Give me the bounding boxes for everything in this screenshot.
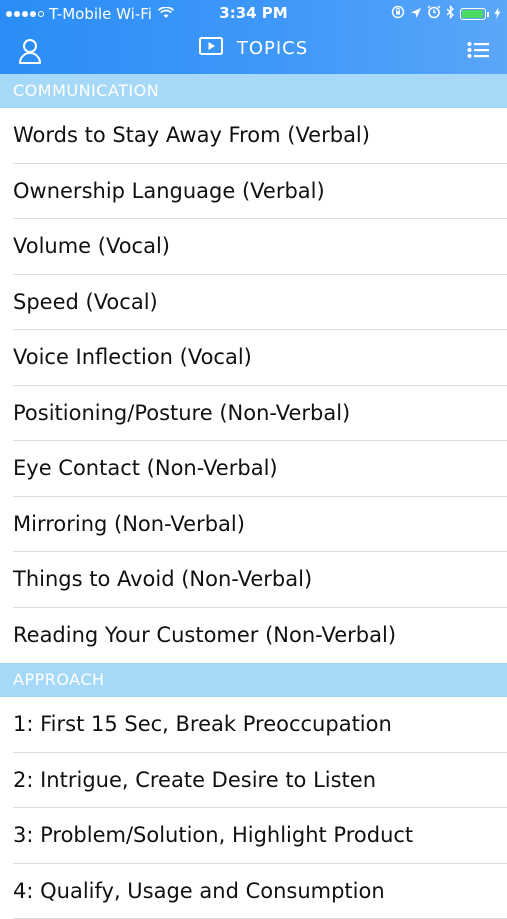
list-item[interactable]: 4: Qualify, Usage and Consumption — [0, 864, 507, 919]
section-header-approach: APPROACH — [0, 663, 507, 697]
battery-icon — [460, 8, 486, 20]
list-icon[interactable] — [467, 40, 489, 60]
list-item[interactable]: 1: First 15 Sec, Break Preoccupation — [0, 697, 507, 753]
list-item[interactable]: Speed (Vocal) — [0, 275, 507, 331]
alarm-icon — [427, 5, 441, 23]
page-title: TOPICS — [237, 38, 308, 59]
list-item[interactable]: 3: Problem/Solution, Highlight Product — [0, 808, 507, 864]
list-item[interactable]: Positioning/Posture (Non-Verbal) — [0, 386, 507, 442]
list-item[interactable]: Reading Your Customer (Non-Verbal) — [0, 608, 507, 664]
topics-list: COMMUNICATION Words to Stay Away From (V… — [0, 74, 507, 919]
list-item[interactable]: Mirroring (Non-Verbal) — [0, 497, 507, 553]
status-bar: T-Mobile Wi-Fi 3:34 PM — [0, 0, 507, 28]
bluetooth-icon — [446, 5, 455, 23]
list-item[interactable]: Ownership Language (Verbal) — [0, 164, 507, 220]
list-item[interactable]: Voice Inflection (Vocal) — [0, 330, 507, 386]
list-item[interactable]: Volume (Vocal) — [0, 219, 507, 275]
nav-title-group: TOPICS — [0, 36, 507, 60]
list-item[interactable]: Words to Stay Away From (Verbal) — [0, 108, 507, 164]
status-right — [391, 5, 501, 23]
charging-bolt-icon — [494, 5, 501, 23]
battery-indicator — [460, 8, 489, 20]
location-arrow-icon — [410, 5, 422, 23]
app-header: T-Mobile Wi-Fi 3:34 PM — [0, 0, 507, 74]
video-play-icon — [199, 36, 223, 60]
list-item[interactable]: Eye Contact (Non-Verbal) — [0, 441, 507, 497]
section-header-communication: COMMUNICATION — [0, 74, 507, 108]
rotation-lock-icon — [391, 5, 405, 23]
list-item[interactable]: Things to Avoid (Non-Verbal) — [0, 552, 507, 608]
navigation-bar: TOPICS — [0, 28, 507, 74]
list-item[interactable]: 2: Intrigue, Create Desire to Listen — [0, 753, 507, 809]
battery-level — [462, 10, 483, 18]
